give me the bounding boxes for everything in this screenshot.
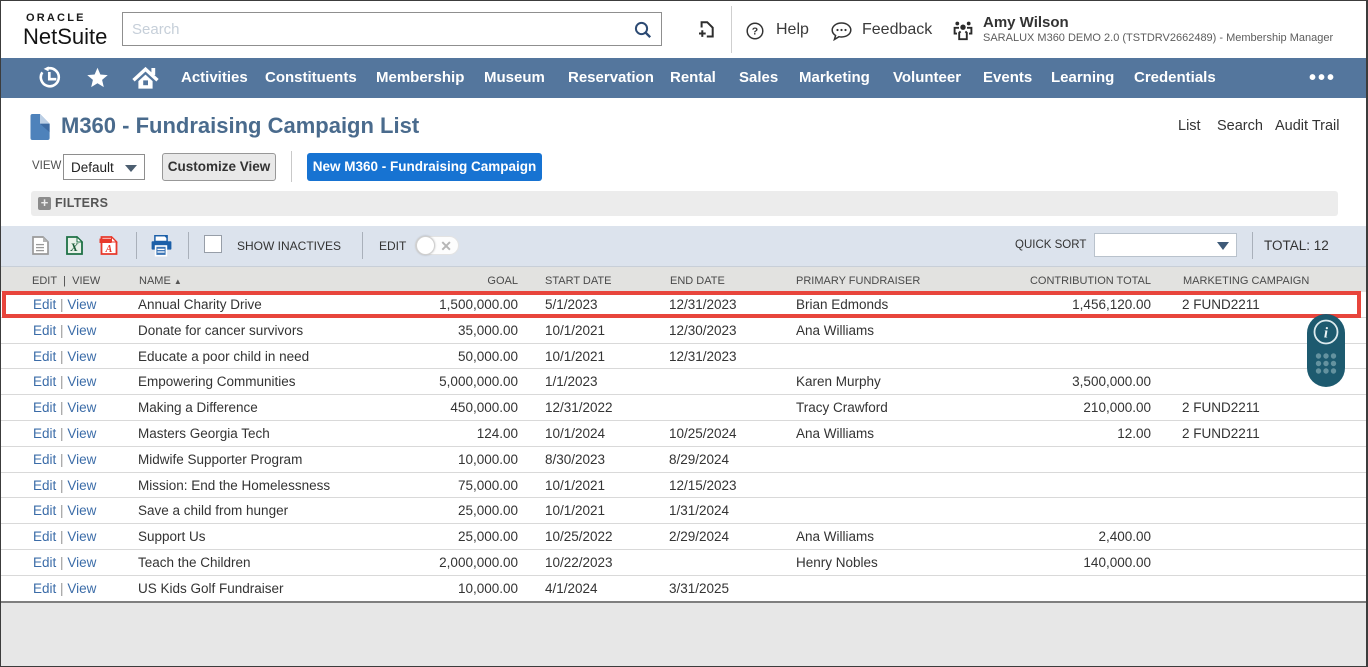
svg-text:A: A (105, 244, 113, 255)
svg-text:X: X (69, 240, 79, 254)
svg-text:?: ? (752, 26, 758, 38)
svg-text:i: i (1324, 326, 1329, 342)
